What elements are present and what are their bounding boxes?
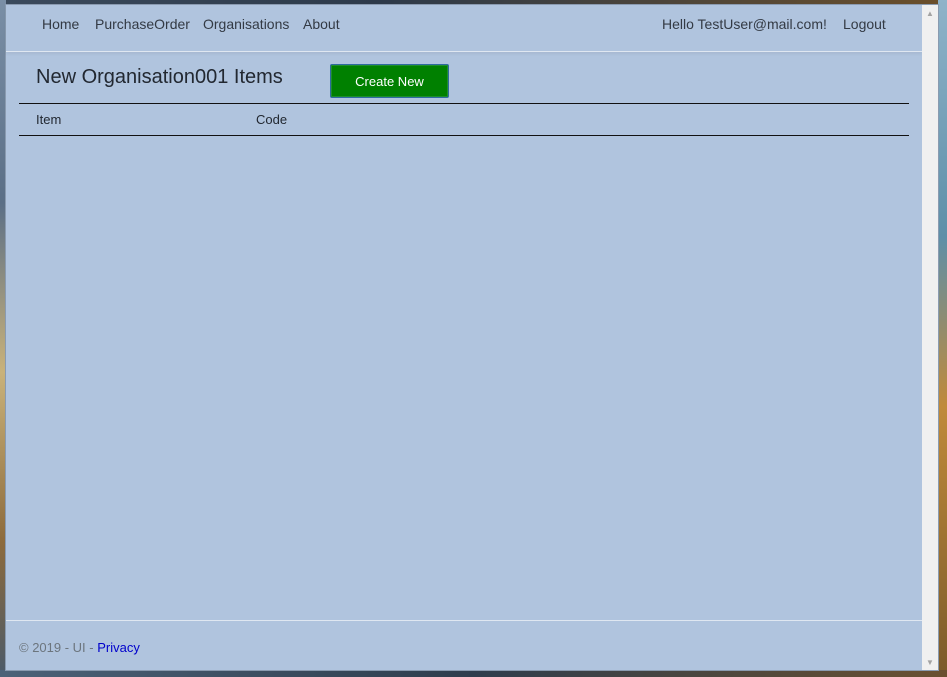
table-header-row: Item Code [19,104,909,136]
heading-row: New Organisation001 Items Create New [6,61,922,105]
nav-link-organisations[interactable]: Organisations [203,16,289,32]
table-header: Item Code [19,104,909,136]
user-greeting-link[interactable]: Hello TestUser@mail.com! [662,16,827,32]
vertical-scrollbar[interactable]: ▲ ▼ [922,5,938,670]
nav-link-about[interactable]: About [303,16,340,32]
privacy-link[interactable]: Privacy [97,640,140,655]
nav-link-purchaseorder[interactable]: PurchaseOrder [95,16,190,32]
page-title: New Organisation001 Items [36,66,283,88]
browser-window: Home PurchaseOrder Organisations About H… [6,5,938,670]
desktop-background-right [938,0,947,677]
footer-copyright: © 2019 - UI - [19,640,98,655]
top-navbar: Home PurchaseOrder Organisations About H… [6,5,922,52]
logout-link[interactable]: Logout [843,16,886,32]
create-new-button[interactable]: Create New [330,64,449,98]
items-table: Item Code [19,103,909,136]
column-header-code: Code [256,112,288,127]
scroll-down-arrow-icon[interactable]: ▼ [922,654,938,670]
desktop-background-bottom [0,670,947,677]
items-table-container: Item Code [19,103,909,136]
scroll-up-arrow-icon[interactable]: ▲ [922,5,938,21]
column-header-item: Item [36,112,62,127]
page-footer: © 2019 - UI - Privacy [6,620,922,671]
nav-link-home[interactable]: Home [42,16,79,32]
page-content: Home PurchaseOrder Organisations About H… [6,5,922,670]
footer-text: © 2019 - UI - Privacy [19,640,140,655]
